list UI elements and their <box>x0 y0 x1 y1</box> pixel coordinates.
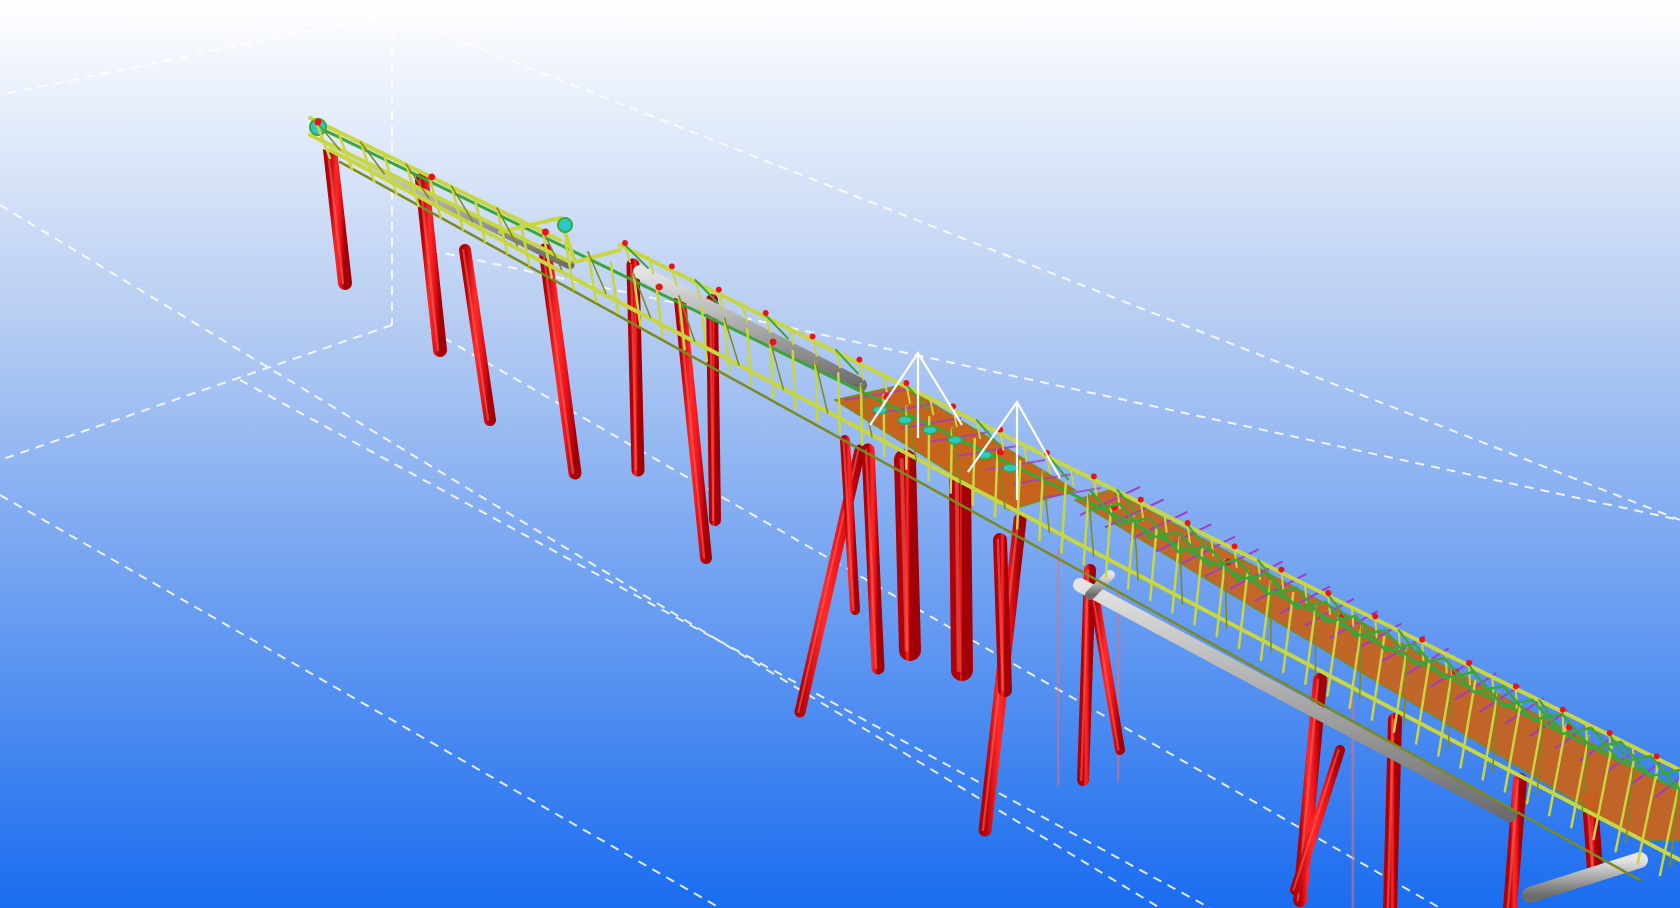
bolt-detail <box>655 283 663 291</box>
bolt-detail <box>769 338 777 346</box>
frame-bent <box>1514 687 1518 709</box>
frame-bent <box>1468 664 1471 686</box>
bolt-detail <box>622 240 628 246</box>
deck-fitting <box>947 435 963 445</box>
bolt-detail <box>1278 566 1285 573</box>
deck-fitting <box>922 425 938 435</box>
bolt-detail <box>1137 496 1144 503</box>
frame-bent <box>1444 652 1448 674</box>
bolt-detail <box>1419 636 1426 643</box>
bolt-detail <box>903 380 910 386</box>
bolt-detail <box>856 356 863 363</box>
bolt-detail <box>1184 520 1191 526</box>
bolt-detail <box>1606 730 1613 736</box>
frame-brace <box>1314 603 1317 677</box>
bolt-detail <box>428 173 436 181</box>
bolt-detail <box>1325 590 1332 596</box>
model-canvas[interactable] <box>0 0 1680 908</box>
bolt-detail <box>1559 706 1566 713</box>
bolt-detail <box>809 333 816 340</box>
bolt-detail <box>1231 543 1238 550</box>
bolt-detail <box>1466 660 1472 666</box>
bolt-detail <box>1653 753 1660 760</box>
frame-bent <box>859 382 864 447</box>
pile <box>1503 773 1527 908</box>
deck-fitting <box>897 415 913 425</box>
bolt-detail <box>1512 683 1519 690</box>
bolt-detail <box>762 310 769 316</box>
bolt-detail <box>1090 473 1097 480</box>
bolt-detail <box>1372 613 1379 620</box>
bolt-detail <box>668 263 675 270</box>
bolt-detail <box>314 118 322 126</box>
fitting <box>557 217 573 233</box>
bolt-detail <box>715 286 722 293</box>
frame-bent <box>837 371 842 435</box>
bolt-detail <box>542 228 549 236</box>
3d-model-viewport[interactable] <box>0 0 1680 908</box>
pile-highlight <box>954 478 961 672</box>
deck-fitting <box>1002 463 1018 473</box>
